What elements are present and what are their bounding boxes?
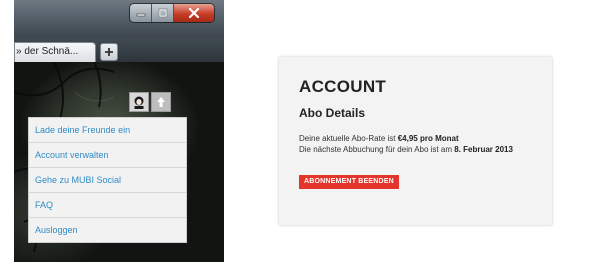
user-dropdown-menu: Lade deine Freunde ein Account verwalten… bbox=[28, 117, 187, 243]
subscription-info: Deine aktuelle Abo-Rate ist €4,95 pro Mo… bbox=[299, 133, 552, 155]
minimize-button[interactable] bbox=[130, 4, 152, 22]
menu-item-manage-account[interactable]: Account verwalten bbox=[29, 143, 186, 168]
menu-item-logout[interactable]: Ausloggen bbox=[29, 218, 186, 242]
window-controls bbox=[130, 4, 214, 22]
upload-button[interactable] bbox=[151, 92, 171, 112]
subscription-details-heading: Abo Details bbox=[299, 106, 366, 120]
new-tab-button[interactable] bbox=[100, 43, 118, 61]
browser-tab[interactable]: » der Schnä... bbox=[14, 42, 96, 62]
maximize-button[interactable] bbox=[152, 4, 174, 22]
current-rate-line: Deine aktuelle Abo-Rate ist €4,95 pro Mo… bbox=[299, 133, 552, 144]
page-content: Lade deine Freunde ein Account verwalten… bbox=[14, 62, 224, 262]
cancel-subscription-button[interactable]: ABONNEMENT BEENDEN bbox=[299, 175, 399, 189]
next-billing-label: Die nächste Abbuchung für dein Abo ist a… bbox=[299, 145, 455, 154]
window-titlebar bbox=[14, 0, 224, 38]
minimize-icon bbox=[136, 13, 145, 17]
upload-arrow-icon bbox=[157, 97, 165, 107]
maximize-icon bbox=[158, 8, 167, 18]
menu-item-invite-friends[interactable]: Lade deine Freunde ein bbox=[29, 118, 186, 143]
close-icon bbox=[188, 8, 200, 18]
menu-item-mubi-social[interactable]: Gehe zu MUBI Social bbox=[29, 168, 186, 193]
user-avatar-icon bbox=[134, 96, 144, 109]
current-rate-label: Deine aktuelle Abo-Rate ist bbox=[299, 134, 398, 143]
current-rate-value: €4,95 pro Monat bbox=[397, 134, 459, 143]
close-button[interactable] bbox=[174, 4, 214, 22]
next-billing-date: 8. Februar 2013 bbox=[454, 145, 513, 154]
plus-icon bbox=[105, 48, 113, 56]
account-title: ACCOUNT bbox=[299, 77, 387, 96]
tab-strip: » der Schnä... bbox=[14, 38, 224, 62]
account-card: ACCOUNT Abo Details Deine aktuelle Abo-R… bbox=[279, 57, 552, 225]
browser-window: » der Schnä... Lade deine Freunde ein Ac… bbox=[14, 0, 224, 262]
user-avatar[interactable] bbox=[129, 92, 149, 112]
menu-item-faq[interactable]: FAQ bbox=[29, 193, 186, 218]
next-billing-line: Die nächste Abbuchung für dein Abo ist a… bbox=[299, 144, 552, 155]
